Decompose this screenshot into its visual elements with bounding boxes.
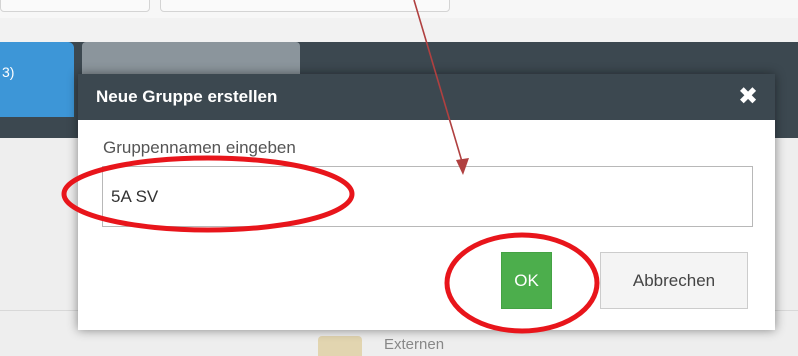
- group-name-label: Gruppennamen eingeben: [103, 138, 296, 157]
- background-tab-active[interactable]: 3): [0, 42, 74, 117]
- close-icon[interactable]: ✖: [735, 83, 761, 110]
- create-group-dialog: Neue Gruppe erstellen ✖ Gruppennamen ein…: [78, 74, 775, 330]
- group-name-input[interactable]: [102, 166, 753, 227]
- background-tab-label: 3): [2, 64, 15, 80]
- background-list-item-label: Externen: [384, 336, 445, 353]
- background-top-control: [0, 0, 150, 12]
- avatar: [318, 336, 362, 356]
- cancel-button[interactable]: Abbrechen: [600, 252, 748, 309]
- dialog-title: Neue Gruppe erstellen: [96, 87, 278, 106]
- dialog-header: Neue Gruppe erstellen ✖: [78, 74, 775, 120]
- ok-button[interactable]: OK: [501, 252, 552, 309]
- background-top-control: [160, 0, 450, 12]
